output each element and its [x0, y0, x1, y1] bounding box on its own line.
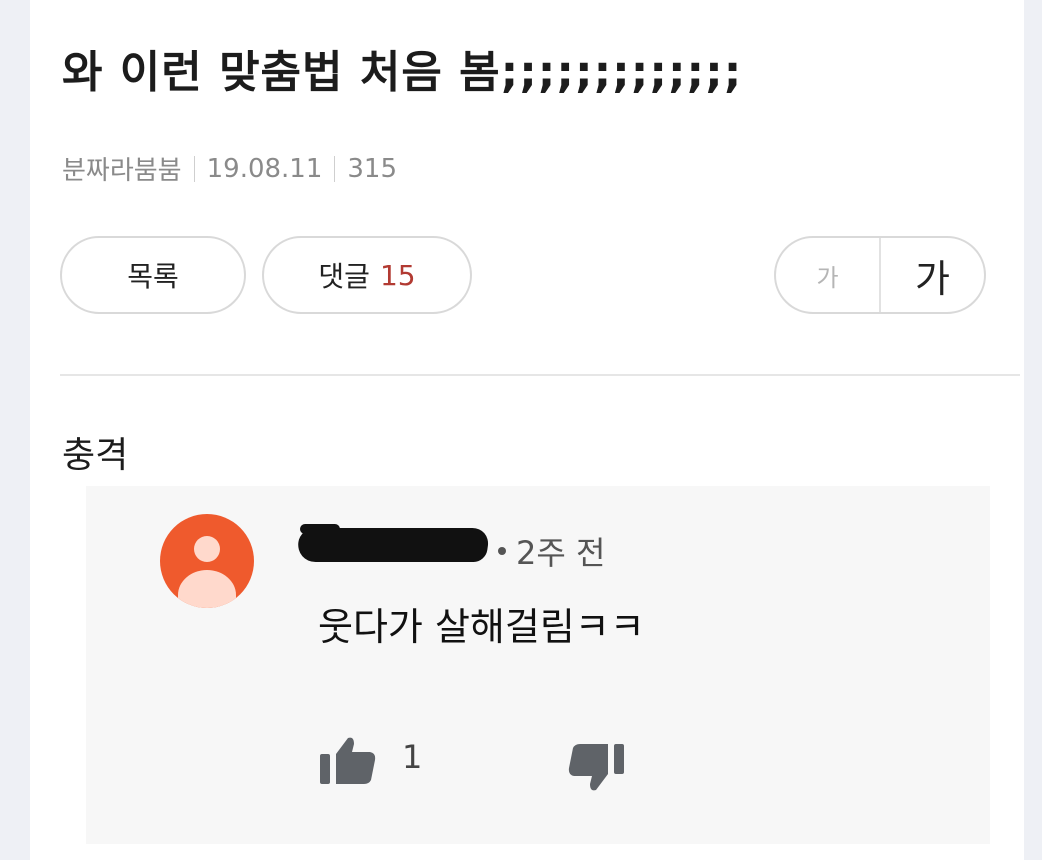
comment-time-text: 2주 전: [516, 534, 606, 572]
meta-divider: [334, 155, 336, 182]
thumbs-up-icon[interactable]: [318, 736, 378, 786]
list-button[interactable]: 목록: [60, 236, 246, 314]
list-button-label: 목록: [127, 260, 179, 293]
comments-button[interactable]: 댓글 15: [262, 236, 472, 314]
comment-time: 2주 전: [498, 528, 605, 574]
font-size-large-button[interactable]: 가: [881, 238, 984, 312]
content-divider: [60, 374, 1020, 376]
post-views: 315: [347, 153, 398, 184]
bullet-dot: [498, 547, 506, 555]
post-date: 19.08.11: [206, 153, 323, 184]
post-author[interactable]: 분짜라붐붐: [62, 150, 182, 187]
avatar-body: [178, 570, 236, 608]
redacted-username: [295, 528, 491, 562]
comments-button-label: 댓글: [318, 260, 370, 293]
post-meta: 분짜라붐붐 19.08.11 315: [62, 150, 397, 187]
avatar: [160, 514, 254, 608]
right-gutter: [1024, 0, 1042, 860]
thumbs-down-icon[interactable]: [566, 742, 626, 796]
comments-count: 15: [379, 258, 416, 292]
page: 와 이런 맞춤법 처음 봄;;;;;;;;;;;;; 분짜라붐붐 19.08.1…: [0, 0, 1042, 860]
comment-text: 웃다가 살해걸림ㅋㅋ: [318, 605, 645, 649]
post-title: 와 이런 맞춤법 처음 봄;;;;;;;;;;;;;: [62, 47, 743, 98]
post-body-text: 충격: [62, 435, 129, 476]
left-gutter: [0, 0, 30, 860]
meta-divider: [193, 155, 195, 182]
font-size-toggle: 가 가: [774, 236, 986, 314]
like-count: 1: [402, 738, 423, 776]
font-size-small-button[interactable]: 가: [776, 238, 881, 312]
avatar-head: [194, 536, 220, 562]
